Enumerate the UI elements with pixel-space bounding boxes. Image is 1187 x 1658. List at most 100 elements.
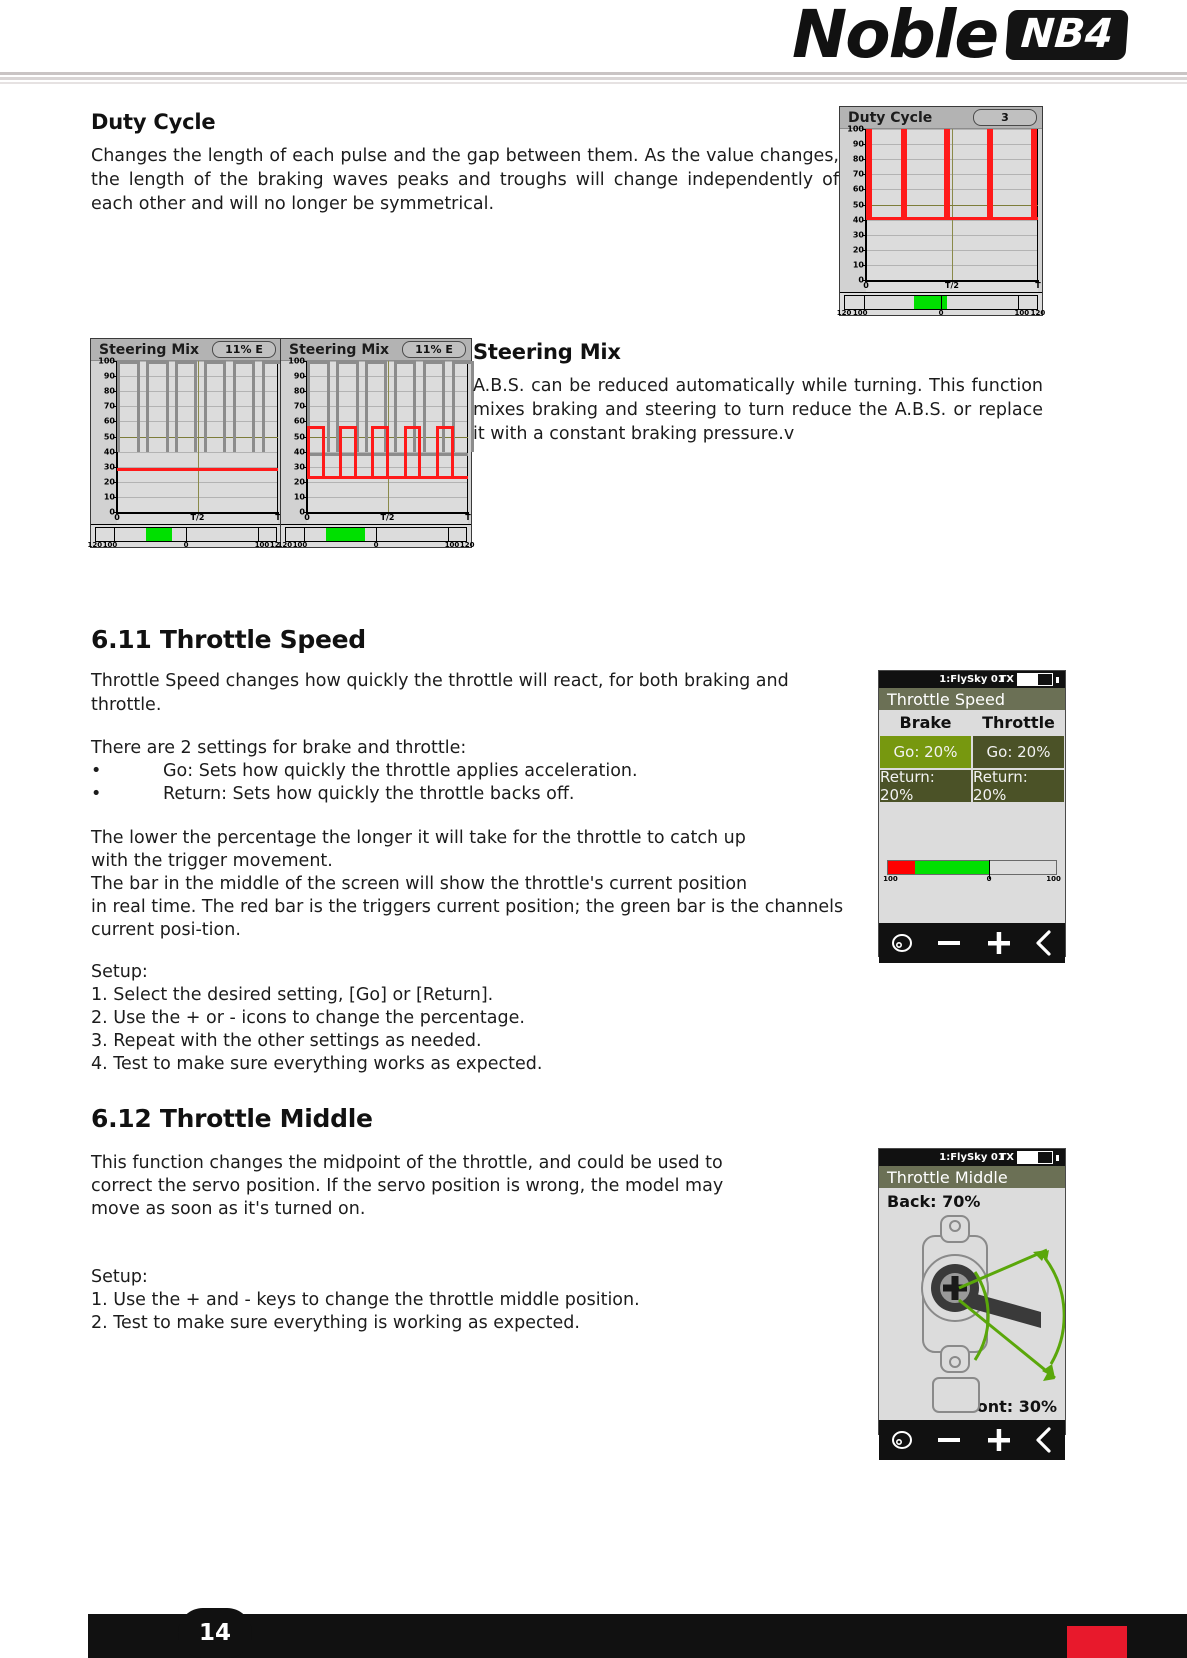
throttle-middle-desc-line-3: move as soon as it's turned on. (91, 1199, 366, 1219)
throttle-speed-navbar (879, 923, 1065, 963)
slider-fill (325, 528, 366, 541)
slider-tick (186, 528, 187, 541)
waveform-pulse (451, 361, 475, 452)
throttle-speed-heading: 6.11 Throttle Speed (91, 625, 366, 654)
x-axis-tick-label: 0 (304, 513, 310, 522)
throttle-speed-desc-line-3: The bar in the middle of the screen will… (91, 874, 748, 894)
back-icon[interactable] (1034, 1427, 1054, 1453)
square-wave-segment (371, 425, 390, 479)
throttle-return-button[interactable]: Return: 20% (973, 768, 1064, 804)
throttle-middle-screen: 1:FlySky 01 TX Throttle Middle Back: 70%… (878, 1148, 1066, 1460)
steering-mix-left-value-badge: 11% E (212, 341, 276, 358)
slider-scale-label: 100 (254, 541, 270, 549)
brake-return-button[interactable]: Return: 20% (880, 768, 971, 804)
steering-mix-left-plot-area: 01020304050607080901000T/2T (98, 357, 285, 524)
throttle-middle-desc-line-1: This function changes the midpoint of th… (91, 1153, 723, 1173)
throttle-go-button[interactable]: Go: 20% (973, 736, 1064, 768)
footer-accent (1067, 1626, 1127, 1658)
battery-tip-icon (1056, 1154, 1059, 1161)
throttle-middle-navbar (879, 1420, 1065, 1460)
home-icon[interactable] (890, 932, 914, 954)
throttle-speed-setup-label: Setup: (91, 962, 148, 982)
slider-tick (1017, 296, 1019, 309)
square-wave-segment (339, 425, 357, 479)
plus-icon[interactable] (985, 1427, 1013, 1453)
slider-scale-label: 0 (183, 541, 189, 549)
brand-logo: Noble NB4 (791, 0, 1129, 73)
trigger-position-indicator (888, 861, 915, 874)
square-wave-segment (403, 425, 422, 479)
steering-mix-left-titlebar: Steering Mix 11% E (91, 339, 281, 361)
throttle-speed-return-row: Return: 20% Return: 20% (879, 768, 1065, 804)
slider-scale-label: 120 (836, 309, 852, 317)
channel-position-indicator (914, 861, 989, 874)
duty-cycle-plot-area: 01020304050607080901000T/2T (847, 125, 1041, 292)
minus-icon[interactable] (935, 932, 963, 954)
throttle-speed-column-headers: Brake Throttle (879, 710, 1065, 734)
slider-track[interactable] (285, 527, 467, 542)
square-wave-segment (435, 425, 454, 479)
throttle-speed-go-row: Go: 20% Go: 20% (879, 736, 1065, 768)
throttle-speed-bullet-1: Go: Sets how quickly the throttle applie… (163, 761, 638, 781)
waveform-pulse (174, 361, 198, 452)
throttle-speed-bullet-2-mark: • (91, 784, 102, 804)
page-header: Noble NB4 (0, 0, 1187, 88)
throttle-speed-tx-indicator: TX (999, 673, 1059, 686)
waveform-pulse (1031, 129, 1038, 220)
slider-track[interactable] (844, 295, 1038, 310)
throttle-middle-step-1: 1. Use the + and - keys to change the th… (91, 1290, 640, 1310)
throttle-speed-step-2: 2. Use the + or - icons to change the pe… (91, 1008, 525, 1028)
square-wave-baseline (307, 475, 468, 479)
slider-tick (258, 528, 259, 541)
steering-mix-right-slider[interactable]: 120 100 0 100 120 (277, 524, 475, 549)
tx-label: TX (999, 1152, 1014, 1163)
throttle-bar-track (887, 860, 1057, 875)
waveform-pulse (866, 129, 873, 220)
duty-cycle-slider[interactable]: 120 100 0 100 120 (836, 292, 1045, 317)
slider-scale-label: 100 (292, 541, 308, 549)
duty-cycle-graph-titlebar: Duty Cycle 3 (840, 107, 1042, 129)
throttle-bar-scale-label: 100 (1046, 875, 1061, 883)
waveform-baseline (866, 216, 1038, 220)
duty-cycle-body: Changes the length of each pulse and the… (91, 146, 839, 215)
slider-scale-label: 100 (852, 309, 868, 317)
slider-scale-label: 0 (938, 309, 944, 317)
home-icon[interactable] (890, 1429, 914, 1451)
throttle-middle-setup-label: Setup: (91, 1267, 148, 1287)
throttle-speed-desc-line-4: in real time. The red bar is the trigger… (91, 897, 844, 917)
duty-cycle-heading: Duty Cycle (91, 110, 216, 134)
throttle-speed-bullet-2: Return: Sets how quickly the throttle ba… (163, 784, 575, 804)
x-axis-tick-label: T/2 (945, 281, 959, 290)
slider-tick (114, 528, 115, 541)
column-header-throttle: Throttle (982, 712, 1055, 732)
column-header-brake: Brake (899, 712, 952, 732)
steering-mix-right-title: Steering Mix (289, 341, 390, 358)
slider-scale-label: 100 (444, 541, 460, 549)
throttle-speed-screen: 1:FlySky 01 TX Throttle Speed Brake Thro… (878, 670, 1066, 963)
throttle-middle-tx-indicator: TX (999, 1151, 1059, 1164)
brake-go-button[interactable]: Go: 20% (880, 736, 971, 768)
throttle-speed-screen-title: Throttle Speed (879, 688, 1065, 710)
brand-name: Noble (791, 0, 999, 73)
throttle-middle-screen-title: Throttle Middle (879, 1166, 1065, 1188)
servo-graphic (921, 1215, 1065, 1413)
page-number: 14 (178, 1608, 252, 1658)
slider-scale-label: 120 (459, 541, 475, 549)
steering-mix-right-plot-area: 01020304050607080901000T/2T (288, 357, 475, 524)
waveform-pulse (117, 361, 140, 452)
minus-icon[interactable] (935, 1429, 963, 1451)
throttle-middle-step-2: 2. Test to make sure everything is worki… (91, 1313, 580, 1333)
waveform-pulse (203, 361, 227, 452)
plus-icon[interactable] (985, 930, 1013, 956)
back-icon[interactable] (1034, 930, 1054, 956)
slider-fill (146, 528, 172, 541)
waveform-pulse (232, 361, 256, 452)
throttle-speed-step-4: 4. Test to make sure everything works as… (91, 1054, 543, 1074)
throttle-speed-spacer (879, 802, 1065, 860)
throttle-speed-bottom-fill (879, 888, 1065, 923)
slider-track[interactable] (95, 527, 277, 542)
duty-cycle-value-badge: 3 (973, 109, 1037, 126)
steering-mix-left-slider[interactable]: 120 100 0 100 120 (87, 524, 285, 549)
throttle-speed-desc-line-1: The lower the percentage the longer it w… (91, 828, 746, 848)
waveform-pulse (145, 361, 169, 452)
